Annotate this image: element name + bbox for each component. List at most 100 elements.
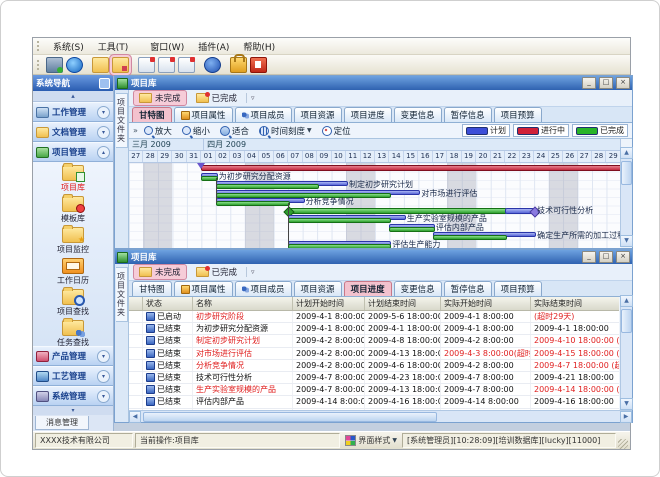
pin-icon[interactable]	[99, 78, 110, 89]
folder-filter-tab[interactable]: 未完成	[133, 90, 187, 106]
chevron-down-icon[interactable]: ▾	[97, 106, 110, 119]
sidebar-group[interactable]: 工艺管理 ▾	[33, 366, 113, 386]
view-tab[interactable]: 项目预算	[494, 281, 542, 296]
exit-icon[interactable]	[250, 57, 267, 73]
view-tab[interactable]: 项目成员	[235, 281, 292, 296]
scroll-up-button[interactable]: ▲	[620, 295, 633, 307]
sidebar-item[interactable]: 任务查找	[57, 320, 89, 346]
gantt-bar-complete[interactable]	[288, 244, 391, 248]
chevron-up-icon[interactable]: ▴	[97, 146, 110, 159]
minimize-button[interactable]: _	[582, 251, 596, 263]
view-tab[interactable]: 项目资源	[294, 107, 342, 122]
row-selector[interactable]	[129, 360, 143, 371]
column-header-actual-start[interactable]: 实际开始时间	[441, 297, 531, 310]
message-flag-icon[interactable]	[178, 57, 195, 73]
minimize-button[interactable]: _	[582, 77, 596, 89]
view-tab[interactable]: 暂停信息	[444, 281, 492, 296]
gantt-tool-button[interactable]: 适合 ▼	[218, 125, 251, 137]
view-tab[interactable]: 项目进度	[344, 281, 392, 296]
interface-style-button[interactable]: 界面样式 ▼	[342, 434, 400, 447]
view-tab[interactable]: 项目资源	[294, 281, 342, 296]
system-icon[interactable]	[46, 57, 63, 73]
gantt-bar-complete[interactable]	[389, 227, 434, 232]
world-icon[interactable]	[66, 57, 83, 73]
menu-item[interactable]: 系统(S)	[46, 39, 91, 54]
scroll-down-button[interactable]: ▼	[620, 235, 633, 247]
view-tab[interactable]: 项目进度	[344, 107, 392, 122]
gantt-bar-complete[interactable]	[288, 218, 391, 223]
row-selector[interactable]	[129, 348, 143, 359]
sidebar-item[interactable]: 项目查找	[57, 289, 89, 317]
view-tab[interactable]: 项目属性	[174, 281, 233, 296]
vertical-scrollbar[interactable]: ▲ ▼	[620, 147, 632, 247]
view-tab[interactable]: 变更信息	[394, 107, 442, 122]
sidebar-item[interactable]: 项目监控	[57, 227, 89, 255]
sidebar-group[interactable]: 产品管理 ▾	[33, 346, 113, 366]
tab-project-folders[interactable]: 项目文件夹	[116, 267, 128, 322]
row-selector[interactable]	[129, 323, 143, 334]
table-row[interactable]: 已结束 技术可行性分析 2009-4-7 8:00:00 2009-4-23 1…	[129, 372, 619, 384]
message-read-icon[interactable]	[158, 57, 175, 73]
scroll-right-button[interactable]: ▶	[620, 411, 632, 423]
chevron-down-icon[interactable]: ▾	[97, 390, 110, 403]
maximize-button[interactable]: □	[599, 251, 613, 263]
table-row[interactable]: 已结束 生产实验室规模的产品 2009-4-7 8:00:00 2009-4-1…	[129, 384, 619, 396]
gantt-tool-button[interactable]: 时间刻度 ▼	[257, 125, 314, 137]
gantt-bar-complete[interactable]	[216, 201, 290, 206]
gantt-bar-complete[interactable]	[288, 208, 507, 214]
maximize-button[interactable]: □	[599, 77, 613, 89]
table-row[interactable]: 已启动 初步研究阶段 2009-4-1 8:00:00 2009-5-6 18:…	[129, 311, 619, 323]
gantt-tool-button[interactable]: 放大 ▼	[142, 125, 174, 137]
menu-item[interactable]: 插件(A)	[191, 39, 236, 54]
sidebar-item[interactable]: 工作日历	[57, 258, 89, 286]
project-window-icon[interactable]	[112, 57, 129, 73]
toolbar-grip[interactable]	[37, 60, 42, 70]
row-selector[interactable]	[129, 335, 143, 346]
gantt-tool-button[interactable]: 定位 ▼	[320, 125, 353, 137]
sidebar-item[interactable]: 模板库	[61, 196, 85, 224]
menu-item[interactable]: 窗口(W)	[143, 39, 191, 54]
gantt-chart[interactable]: 为初步研究分配资源制定初步研究计划对市场进行评估分析竞争情况技术可行性分析生产实…	[129, 163, 621, 248]
scroll-left-button[interactable]: ◀	[129, 411, 141, 423]
scroll-down-button[interactable]: ▼	[620, 398, 633, 410]
column-header-actual-end[interactable]: 实际结束时间	[531, 297, 619, 310]
gantt-bar-complete[interactable]	[433, 235, 507, 240]
folder-open-icon[interactable]	[92, 57, 109, 73]
column-header-status[interactable]: 状态	[143, 297, 193, 310]
close-button[interactable]: ×	[616, 251, 630, 263]
overflow-button[interactable]: ▿	[251, 268, 255, 276]
tab-message-management[interactable]: 消息管理	[35, 416, 89, 430]
row-selector[interactable]	[129, 396, 143, 407]
table-row[interactable]: 已结束 为初步研究分配资源 2009-4-1 8:00:00 2009-4-1 …	[129, 323, 619, 335]
row-selector[interactable]	[129, 311, 143, 322]
vertical-scrollbar[interactable]: ▲ ▼	[620, 295, 632, 410]
sidebar-item[interactable]: 项目库	[61, 165, 85, 193]
horizontal-scrollbar[interactable]: ◀ ▶	[129, 410, 632, 422]
view-tab[interactable]: 项目属性	[174, 107, 233, 122]
column-header-plan-end[interactable]: 计划结束时间	[365, 297, 441, 310]
gantt-window-titlebar[interactable]: 项目库 _ □ ×	[115, 76, 632, 90]
view-tab[interactable]: 项目预算	[494, 107, 542, 122]
close-button[interactable]: ×	[616, 77, 630, 89]
table-row[interactable]: 已结束 分析竞争情况 2009-4-2 8:00:00 2009-4-6 18:…	[129, 360, 619, 372]
column-header-plan-start[interactable]: 计划开始时间	[293, 297, 365, 310]
view-tab[interactable]: 暂停信息	[444, 107, 492, 122]
folder-filter-tab[interactable]: 已完成	[191, 91, 243, 105]
message-new-icon[interactable]	[138, 57, 155, 73]
table-row[interactable]: 已结束 对市场进行评估 2009-4-2 8:00:00 2009-4-13 1…	[129, 348, 619, 360]
menu-item[interactable]: 帮助(H)	[236, 39, 282, 54]
menu-item[interactable]: 工具(T)	[91, 39, 136, 54]
view-tab[interactable]: 甘特图	[132, 107, 172, 122]
gantt-bar-complete[interactable]	[216, 184, 319, 189]
chevron-down-icon[interactable]: ▾	[97, 350, 110, 363]
scroll-thumb[interactable]	[621, 161, 632, 185]
lock-icon[interactable]	[230, 57, 247, 73]
resize-grip[interactable]	[618, 439, 628, 449]
sidebar-scroll-down[interactable]: ▾	[33, 406, 113, 415]
row-selector[interactable]	[129, 384, 143, 395]
table-row[interactable]: 已结束 制定初步研究计划 2009-4-2 8:00:00 2009-4-8 1…	[129, 335, 619, 347]
chevron-down-icon[interactable]: ▾	[97, 370, 110, 383]
table-window-titlebar[interactable]: 项目库 _ □ ×	[115, 250, 632, 264]
column-header-name[interactable]: 名称	[193, 297, 293, 310]
scroll-up-button[interactable]: ▲	[620, 147, 633, 159]
